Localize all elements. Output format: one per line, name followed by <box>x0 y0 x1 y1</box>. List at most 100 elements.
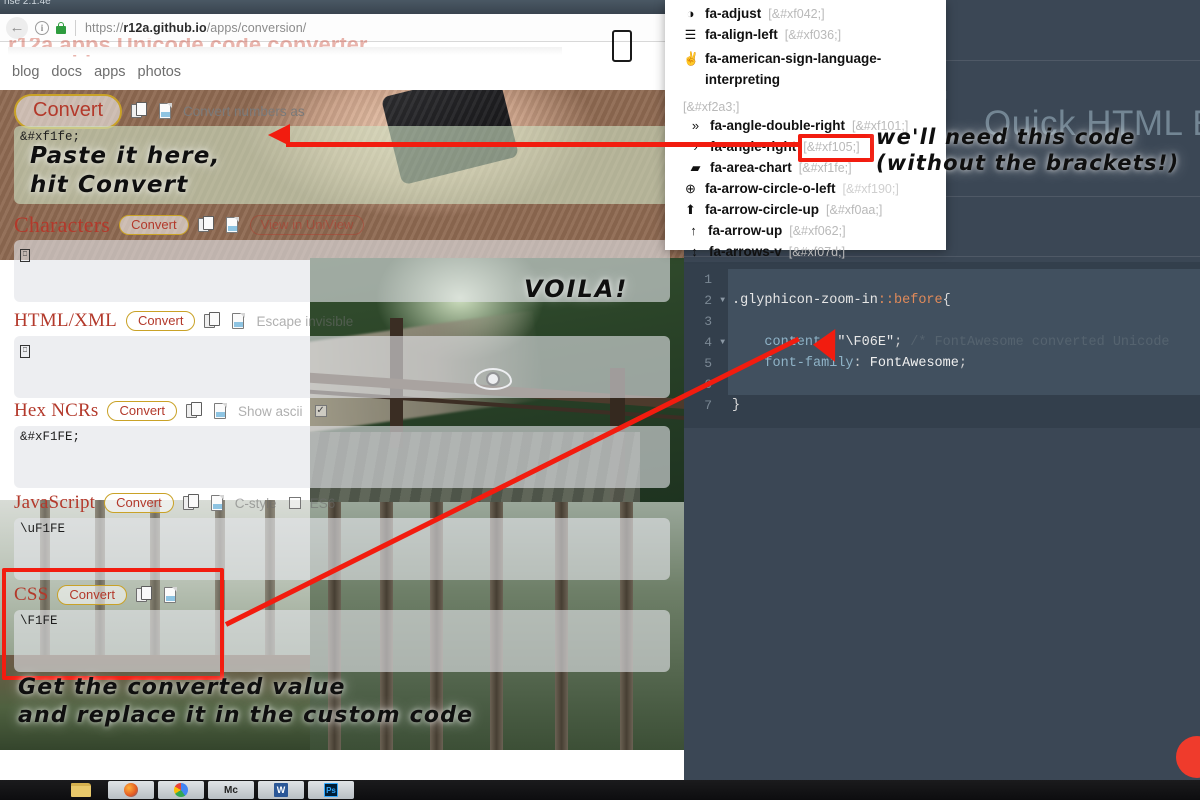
file-icon[interactable] <box>209 494 226 512</box>
fa-list-item[interactable]: ↑ fa-arrow-up [&#xf062;] <box>683 223 946 244</box>
htmlxml-textarea[interactable]: ⎕ <box>14 336 670 398</box>
nav-item-apps[interactable]: apps <box>94 64 125 80</box>
info-icon[interactable]: i <box>35 20 49 35</box>
url-separator <box>75 19 76 36</box>
taskbar-item-mc[interactable]: Mc <box>208 781 254 799</box>
fa-item-code[interactable]: [&#xf190;] <box>843 182 899 196</box>
url-path: /apps/conversion/ <box>206 20 307 35</box>
fa-list-item[interactable]: ↕ fa-arrows-v [&#xf07d;] <box>683 244 946 265</box>
css-selector: .glyphicon-zoom-in <box>732 293 878 308</box>
view-in-uniview-button[interactable]: View in UniView <box>249 215 365 235</box>
fa-list-item[interactable]: ☰ fa-align-left [&#xf036;] <box>683 27 946 48</box>
mobile-phone-icon[interactable] <box>612 30 632 62</box>
fa-item-name: fa-adjust <box>705 6 762 21</box>
convert-button-css[interactable]: Convert <box>57 585 127 605</box>
fa-item-code[interactable]: [&#xf042;] <box>768 7 824 21</box>
code-line-4: content: "\F06E"; /* FontAwesome convert… <box>728 332 1200 353</box>
photoshop-icon: Ps <box>324 783 338 797</box>
file-icon[interactable] <box>230 312 247 330</box>
hexncrs-textarea[interactable]: &#xF1FE; <box>14 426 670 488</box>
fa-item-code-highlighted[interactable]: [&#xf1fe;] <box>799 161 852 175</box>
htmlxml-section-header: HTML/XML Convert Escape invisible <box>0 306 684 336</box>
c-style-checkbox[interactable]: ✓ <box>288 497 301 509</box>
taskbar-item-photoshop[interactable]: Ps <box>308 781 354 799</box>
browser-window: hse 2.1.4e ← i https://r12a.github.io/ap… <box>0 0 684 780</box>
fa-list-item[interactable]: ⬆ fa-arrow-circle-up [&#xf0aa;] <box>683 202 946 223</box>
taskbar-item-firefox[interactable] <box>108 781 154 799</box>
file-icon[interactable] <box>224 216 241 234</box>
section-title-javascript: JavaScript <box>14 492 96 513</box>
fold-toggle-icon[interactable]: ▼ <box>720 290 725 311</box>
line-number: 1 <box>704 272 712 287</box>
css-section-header: CSS Convert <box>0 580 684 610</box>
convert-button-input[interactable]: Convert <box>14 93 123 129</box>
input-section-header: Convert Convert numbers as <box>0 93 684 129</box>
back-arrow-icon[interactable]: ← <box>6 16 28 39</box>
screenshot-root: mbr-section mbr-section--no-padding Quic… <box>0 0 1200 800</box>
nav-item-docs[interactable]: docs <box>51 64 82 80</box>
file-icon[interactable] <box>157 102 174 120</box>
fa-item-code[interactable]: [&#xf036;] <box>785 28 841 42</box>
fa-item-code[interactable]: [&#xf062;] <box>789 224 845 238</box>
css-textarea[interactable]: \F1FE <box>14 610 670 672</box>
url-input[interactable]: https://r12a.github.io/apps/conversion/ <box>85 21 306 35</box>
windows-taskbar[interactable]: Mc W Ps <box>0 780 1200 800</box>
window-title-strip: hse 2.1.4e <box>0 0 684 14</box>
fa-align-left-icon: ☰ <box>684 27 697 42</box>
taskbar-item-folder[interactable] <box>58 781 104 799</box>
copy-icon[interactable] <box>197 216 215 234</box>
nav-item-photos[interactable]: photos <box>138 64 182 80</box>
fa-list-item[interactable]: ◑ fa-adjust [&#xf042;] <box>683 6 946 27</box>
css-section: CSS Convert \F1FE <box>0 580 684 672</box>
copy-icon[interactable] <box>131 102 148 120</box>
css-prop-font-family: font-family <box>764 356 854 371</box>
convert-button-htmlxml[interactable]: Convert <box>125 311 196 331</box>
file-icon[interactable] <box>212 402 229 420</box>
section-title-characters: Characters <box>14 212 111 237</box>
convert-button-javascript[interactable]: Convert <box>104 493 174 513</box>
taskbar-label-mc: Mc <box>224 784 238 796</box>
fa-arrow-up-icon: ↑ <box>690 223 697 238</box>
line-number: 7 <box>704 398 712 413</box>
file-icon[interactable] <box>162 586 179 604</box>
line-number: 2 <box>704 293 712 308</box>
fa-list-item[interactable]: ⊕ fa-arrow-circle-o-left [&#xf190;] <box>683 181 946 202</box>
copy-icon[interactable] <box>204 312 221 330</box>
taskbar-label-word: W <box>276 785 286 795</box>
taskbar-item-word[interactable]: W <box>258 781 304 799</box>
convert-button-hexncrs[interactable]: Convert <box>107 401 177 421</box>
code-line-1 <box>728 269 1200 290</box>
fold-toggle-icon[interactable]: ▼ <box>720 332 725 353</box>
copy-icon[interactable] <box>182 494 200 512</box>
fa-arrows-v-icon: ↕ <box>691 244 698 259</box>
javascript-textarea[interactable]: \uF1FE <box>14 518 670 580</box>
fa-angle-double-right-icon: » <box>691 118 700 133</box>
firefox-icon <box>124 783 138 797</box>
annotation-need-this-code: we'll need this code (without the bracke… <box>876 125 1180 176</box>
taskbar-item-chrome[interactable] <box>158 781 204 799</box>
convert-button-characters[interactable]: Convert <box>119 215 189 235</box>
copy-icon[interactable] <box>186 402 203 420</box>
fa-area-chart-icon: ▰ <box>690 160 701 175</box>
code-gutter: 1 2▼ 3 4▼ 5 6 7 <box>684 262 728 428</box>
copy-icon[interactable] <box>135 586 153 604</box>
fa-item-code[interactable]: [&#xf07d;] <box>789 245 845 259</box>
word-icon: W <box>274 783 288 797</box>
code-editor-pane[interactable]: 1 2▼ 3 4▼ 5 6 7 .glyphicon-zoom-in::befo… <box>684 262 1200 428</box>
fa-item-name: fa-arrow-circle-up <box>705 202 820 217</box>
fa-item-name: fa-align-left <box>705 27 778 42</box>
show-ascii-checkbox[interactable]: ✓ <box>314 405 327 417</box>
taskbar-label-photoshop: Ps <box>326 785 336 795</box>
fa-item-code[interactable]: [&#xf105;] <box>803 140 859 154</box>
fa-list-item[interactable]: ✌ fa-american-sign-language-interpreting… <box>683 48 938 118</box>
site-nav[interactable]: blog docs apps photos <box>12 64 181 80</box>
code-content[interactable]: .glyphicon-zoom-in::before{ content: "\F… <box>728 269 1200 416</box>
characters-section-header: Characters Convert View in UniView <box>0 210 684 240</box>
fa-item-name: fa-arrow-circle-o-left <box>705 181 836 196</box>
nav-item-blog[interactable]: blog <box>12 64 39 80</box>
htmlxml-textarea-value: ⎕ <box>20 345 30 358</box>
url-prefix: https:// <box>85 20 124 35</box>
htmlxml-section: HTML/XML Convert Escape invisible ⎕ <box>0 306 684 398</box>
fa-item-code[interactable]: [&#xf0aa;] <box>826 203 882 217</box>
fa-item-code[interactable]: [&#xf2a3;] <box>683 97 739 118</box>
